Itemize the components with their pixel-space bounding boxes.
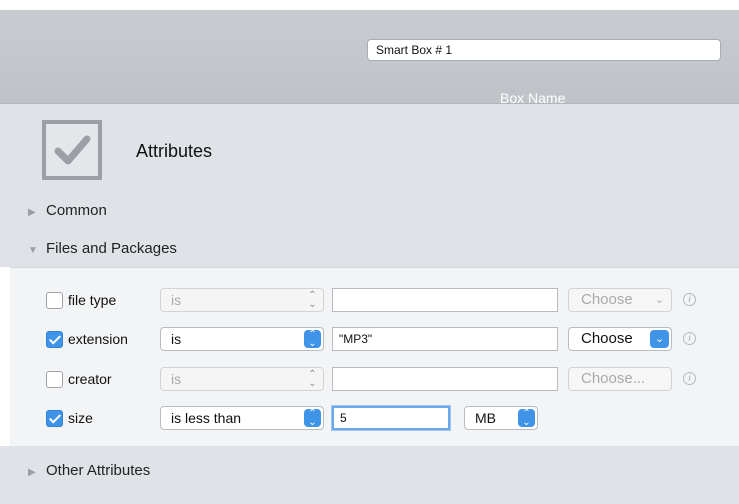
size-operator-value: is less than — [171, 410, 242, 426]
file-type-choose-button[interactable]: Choose ⌄ — [568, 288, 672, 312]
box-name-input[interactable]: Smart Box # 1 — [367, 39, 721, 61]
creator-choose-button[interactable]: Choose... — [568, 367, 672, 391]
size-checkbox[interactable] — [46, 410, 63, 427]
file-type-label: file type — [68, 292, 117, 308]
section-common-label: Common — [46, 202, 107, 219]
select-stepper-icon: ⌃ ⌄ — [308, 290, 317, 310]
info-icon[interactable]: i — [683, 293, 696, 306]
creator-checkbox[interactable] — [46, 371, 63, 388]
select-stepper-icon: ⌃ ⌄ — [518, 409, 535, 428]
header-bar: Smart Box # 1 Box Name — [0, 10, 739, 106]
extension-checkbox[interactable] — [46, 331, 63, 348]
file-type-checkbox[interactable] — [46, 292, 63, 309]
disclosure-expanded-icon[interactable]: ▼ — [28, 245, 46, 256]
section-common[interactable]: ▶ Common — [28, 202, 107, 219]
file-type-operator-select[interactable]: is ⌃ ⌄ — [160, 288, 324, 312]
section-other-attributes[interactable]: ▶ Other Attributes — [28, 462, 150, 479]
disclosure-collapsed-icon[interactable]: ▶ — [28, 207, 46, 218]
select-stepper-icon: ⌃ ⌄ — [304, 409, 321, 428]
section-other-label: Other Attributes — [46, 462, 151, 479]
creator-value-field[interactable] — [332, 367, 558, 391]
creator-operator-select[interactable]: is ⌃ ⌄ — [160, 367, 324, 391]
rule-row-extension: extension is ⌃ ⌄ "MP3" Choose ⌄ i — [0, 326, 739, 354]
extension-label: extension — [68, 331, 128, 347]
rule-row-creator: creator is ⌃ ⌄ Choose... i — [0, 366, 739, 394]
section-files-and-packages[interactable]: ▼ Files and Packages — [28, 240, 177, 257]
size-label: size — [68, 410, 93, 426]
section-files-label: Files and Packages — [46, 240, 177, 257]
size-unit-value: MB — [475, 410, 496, 426]
rule-row-file-type: file type is ⌃ ⌄ Choose ⌄ i — [0, 287, 739, 315]
extension-value-field[interactable]: "MP3" — [332, 327, 558, 351]
select-stepper-icon: ⌃ ⌄ — [304, 330, 321, 349]
creator-operator-value: is — [171, 371, 182, 387]
extension-operator-value: is — [171, 331, 182, 347]
creator-choose-label: Choose... — [581, 370, 646, 387]
file-type-choose-label: Choose — [581, 291, 633, 308]
extension-operator-select[interactable]: is ⌃ ⌄ — [160, 327, 324, 351]
info-icon[interactable]: i — [683, 332, 696, 345]
select-stepper-icon: ⌃ ⌄ — [308, 369, 317, 389]
creator-label: creator — [68, 371, 112, 387]
size-unit-select[interactable]: MB ⌃ ⌄ — [464, 406, 538, 430]
file-type-value-field[interactable] — [332, 288, 558, 312]
extension-choose-button[interactable]: Choose ⌄ — [568, 327, 672, 351]
size-operator-select[interactable]: is less than ⌃ ⌄ — [160, 406, 324, 430]
chevron-down-icon: ⌄ — [654, 294, 665, 306]
extension-choose-label: Choose — [581, 330, 633, 347]
checkmark-box-icon — [42, 120, 102, 180]
size-value-field[interactable]: 5 — [332, 406, 450, 430]
disclosure-collapsed-icon[interactable]: ▶ — [28, 467, 46, 478]
info-icon[interactable]: i — [683, 372, 696, 385]
file-type-operator-value: is — [171, 292, 182, 308]
rule-row-size: size is less than ⌃ ⌄ 5 MB ⌃ ⌄ — [0, 405, 739, 433]
attributes-title: Attributes — [136, 141, 213, 161]
chevron-down-icon: ⌄ — [650, 330, 669, 348]
